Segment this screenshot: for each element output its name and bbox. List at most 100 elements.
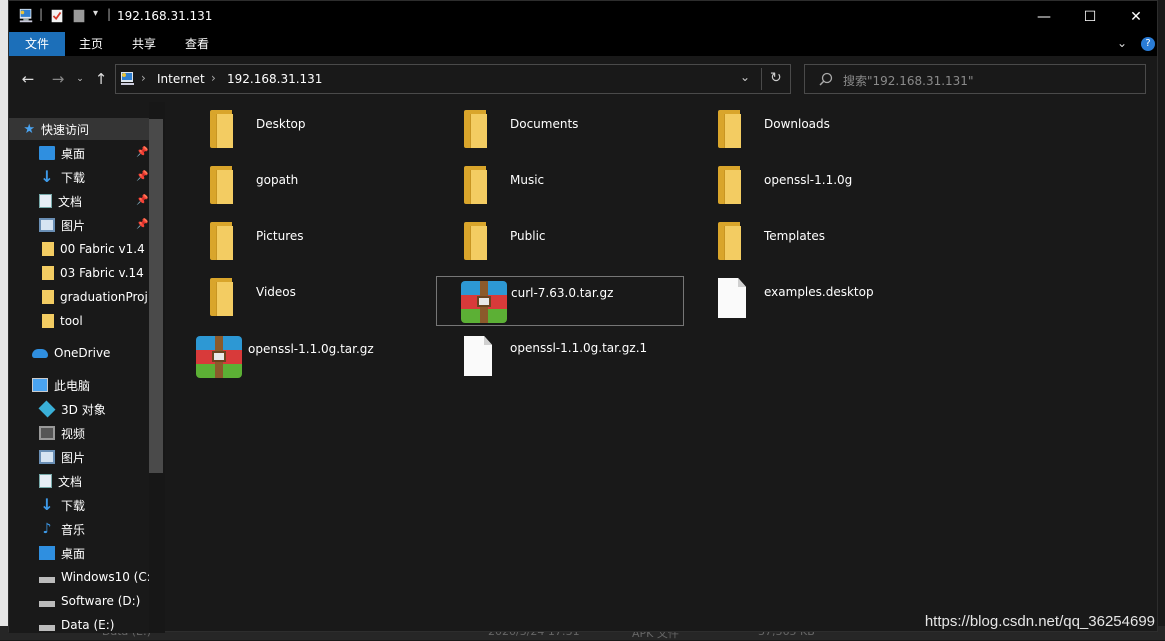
drive-icon (39, 577, 55, 583)
folder-tile[interactable]: openssl-1.1.0g (690, 158, 938, 208)
nav-drive-d[interactable]: Software (D:) (9, 590, 149, 612)
new-folder-icon[interactable] (71, 8, 87, 24)
customize-quick-access-icon[interactable]: ▾ (93, 8, 98, 24)
close-button[interactable]: ✕ (1113, 1, 1159, 32)
breadcrumb-internet[interactable]: Internet (157, 72, 205, 86)
folder-icon (712, 108, 760, 150)
video-icon (39, 426, 55, 440)
folder-tile[interactable]: Templates (690, 214, 938, 264)
folder-icon (42, 266, 54, 280)
download-arrow-icon: ↓ (40, 495, 54, 514)
pin-icon: 📌 (136, 171, 149, 182)
background-window-edge (0, 0, 8, 640)
file-tile[interactable]: openssl-1.1.0g.tar.gz.1 (436, 326, 684, 376)
nav-this-pc[interactable]: 此电脑 (9, 374, 149, 396)
nav-scrollbar-thumb[interactable] (149, 119, 163, 473)
search-icon (819, 72, 833, 86)
winrar-archive-icon (459, 279, 507, 323)
maximize-button[interactable]: ☐ (1067, 1, 1113, 32)
nav-drive-c[interactable]: Windows10 (C: (9, 566, 149, 588)
tab-home[interactable]: 主页 (67, 32, 115, 56)
breadcrumb-host[interactable]: 192.168.31.131 (227, 72, 322, 86)
folder-icon (458, 220, 506, 262)
nav-quick-access[interactable]: ★ 快速访问 (9, 118, 149, 140)
nav-documents[interactable]: 文档 (9, 470, 149, 492)
folder-icon (458, 108, 506, 150)
toolbar-separator: | (107, 7, 112, 21)
ribbon-tabs: 文件 主页 共享 查看 ⌄ ? (9, 32, 1157, 56)
nav-3d-objects[interactable]: 3D 对象 (9, 398, 149, 420)
pin-icon: 📌 (136, 147, 149, 158)
nav-drive-e[interactable]: Data (E:) (9, 614, 149, 633)
chevron-right-icon: › (211, 71, 216, 85)
network-location-icon (19, 8, 33, 23)
toolbar-separator: | (39, 7, 44, 21)
address-bar[interactable]: › Internet › 192.168.31.131 ⌄ ↻ (115, 64, 791, 94)
pictures-icon (39, 218, 55, 232)
forward-button[interactable]: → (47, 68, 69, 90)
folder-tile[interactable]: Public (436, 214, 684, 264)
nav-recent-folder[interactable]: 03 Fabric v.14 (9, 262, 149, 284)
network-location-icon (121, 72, 134, 85)
nav-pinned-pictures[interactable]: 图片 (9, 214, 149, 236)
chevron-down-icon[interactable]: ⌄ (740, 70, 750, 84)
winrar-archive-icon (194, 334, 242, 378)
folder-icon (204, 164, 252, 206)
search-placeholder: 搜索"192.168.31.131" (843, 74, 974, 88)
folder-tile[interactable]: Videos (182, 270, 430, 320)
watermark: https://blog.csdn.net/qq_36254699 (924, 613, 1155, 630)
folder-tile[interactable]: Pictures (182, 214, 430, 264)
folder-tile[interactable]: Desktop (182, 102, 430, 152)
folder-icon (42, 242, 54, 256)
nav-recent-folder[interactable]: 00 Fabric v1.4 ! (9, 238, 149, 260)
nav-pictures[interactable]: 图片 (9, 446, 149, 468)
nav-recent-folder[interactable]: graduationProj (9, 286, 149, 308)
folder-icon (42, 290, 54, 304)
properties-icon[interactable] (49, 8, 65, 24)
refresh-icon[interactable]: ↻ (770, 70, 782, 86)
folder-tile[interactable]: gopath (182, 158, 430, 208)
nav-pinned-documents[interactable]: 文档 (9, 190, 149, 212)
nav-pinned-desktop[interactable]: 桌面 (9, 142, 149, 164)
tab-view[interactable]: 查看 (172, 32, 222, 56)
file-tile[interactable]: examples.desktop (690, 270, 938, 320)
tab-file[interactable]: 文件 (9, 32, 65, 56)
computer-icon (32, 378, 48, 392)
folder-icon (712, 220, 760, 262)
nav-music[interactable]: ♪ 音乐 (9, 518, 149, 540)
chevron-right-icon: › (141, 71, 146, 85)
search-box[interactable]: 搜索"192.168.31.131" (804, 64, 1146, 94)
folder-icon (458, 164, 506, 206)
folder-icon (204, 108, 252, 150)
pin-icon: 📌 (136, 195, 149, 206)
nav-recent-folder[interactable]: tool (9, 310, 149, 332)
folder-tile[interactable]: Music (436, 158, 684, 208)
nav-downloads[interactable]: ↓ 下载 (9, 494, 149, 516)
drive-icon (39, 601, 55, 607)
back-button[interactable]: ← (17, 68, 39, 90)
nav-onedrive[interactable]: OneDrive (9, 342, 149, 364)
window-title: 192.168.31.131 (117, 9, 213, 23)
recent-locations-icon[interactable]: ⌄ (69, 68, 91, 90)
expand-ribbon-icon[interactable]: ⌄ (1117, 36, 1127, 50)
title-bar: | ▾ | 192.168.31.131 — ☐ ✕ (9, 1, 1157, 32)
tab-share[interactable]: 共享 (119, 32, 169, 56)
folder-tile[interactable]: Documents (436, 102, 684, 152)
folder-icon (712, 164, 760, 206)
archive-tile[interactable]: curl-7.63.0.tar.gz (436, 276, 684, 326)
folder-icon (204, 220, 252, 262)
up-button[interactable]: ↑ (90, 68, 112, 90)
nav-videos[interactable]: 视频 (9, 422, 149, 444)
archive-tile[interactable]: openssl-1.1.0g.tar.gz (182, 330, 430, 380)
music-note-icon: ♪ (42, 521, 52, 537)
document-icon (39, 194, 52, 208)
pictures-icon (39, 450, 55, 464)
file-list: Desktop Documents Downloads gopath Music… (166, 102, 1157, 631)
help-icon[interactable]: ? (1141, 37, 1155, 51)
minimize-button[interactable]: — (1021, 1, 1067, 32)
nav-desktop[interactable]: 桌面 (9, 542, 149, 564)
nav-pinned-downloads[interactable]: ↓ 下载 (9, 166, 149, 188)
folder-tile[interactable]: Downloads (690, 102, 938, 152)
navigation-pane: ★ 快速访问 桌面 📌 ↓ 下载 📌 文档 📌 图片 📌 00 Fabric v… (9, 102, 165, 633)
drive-icon (39, 625, 55, 631)
